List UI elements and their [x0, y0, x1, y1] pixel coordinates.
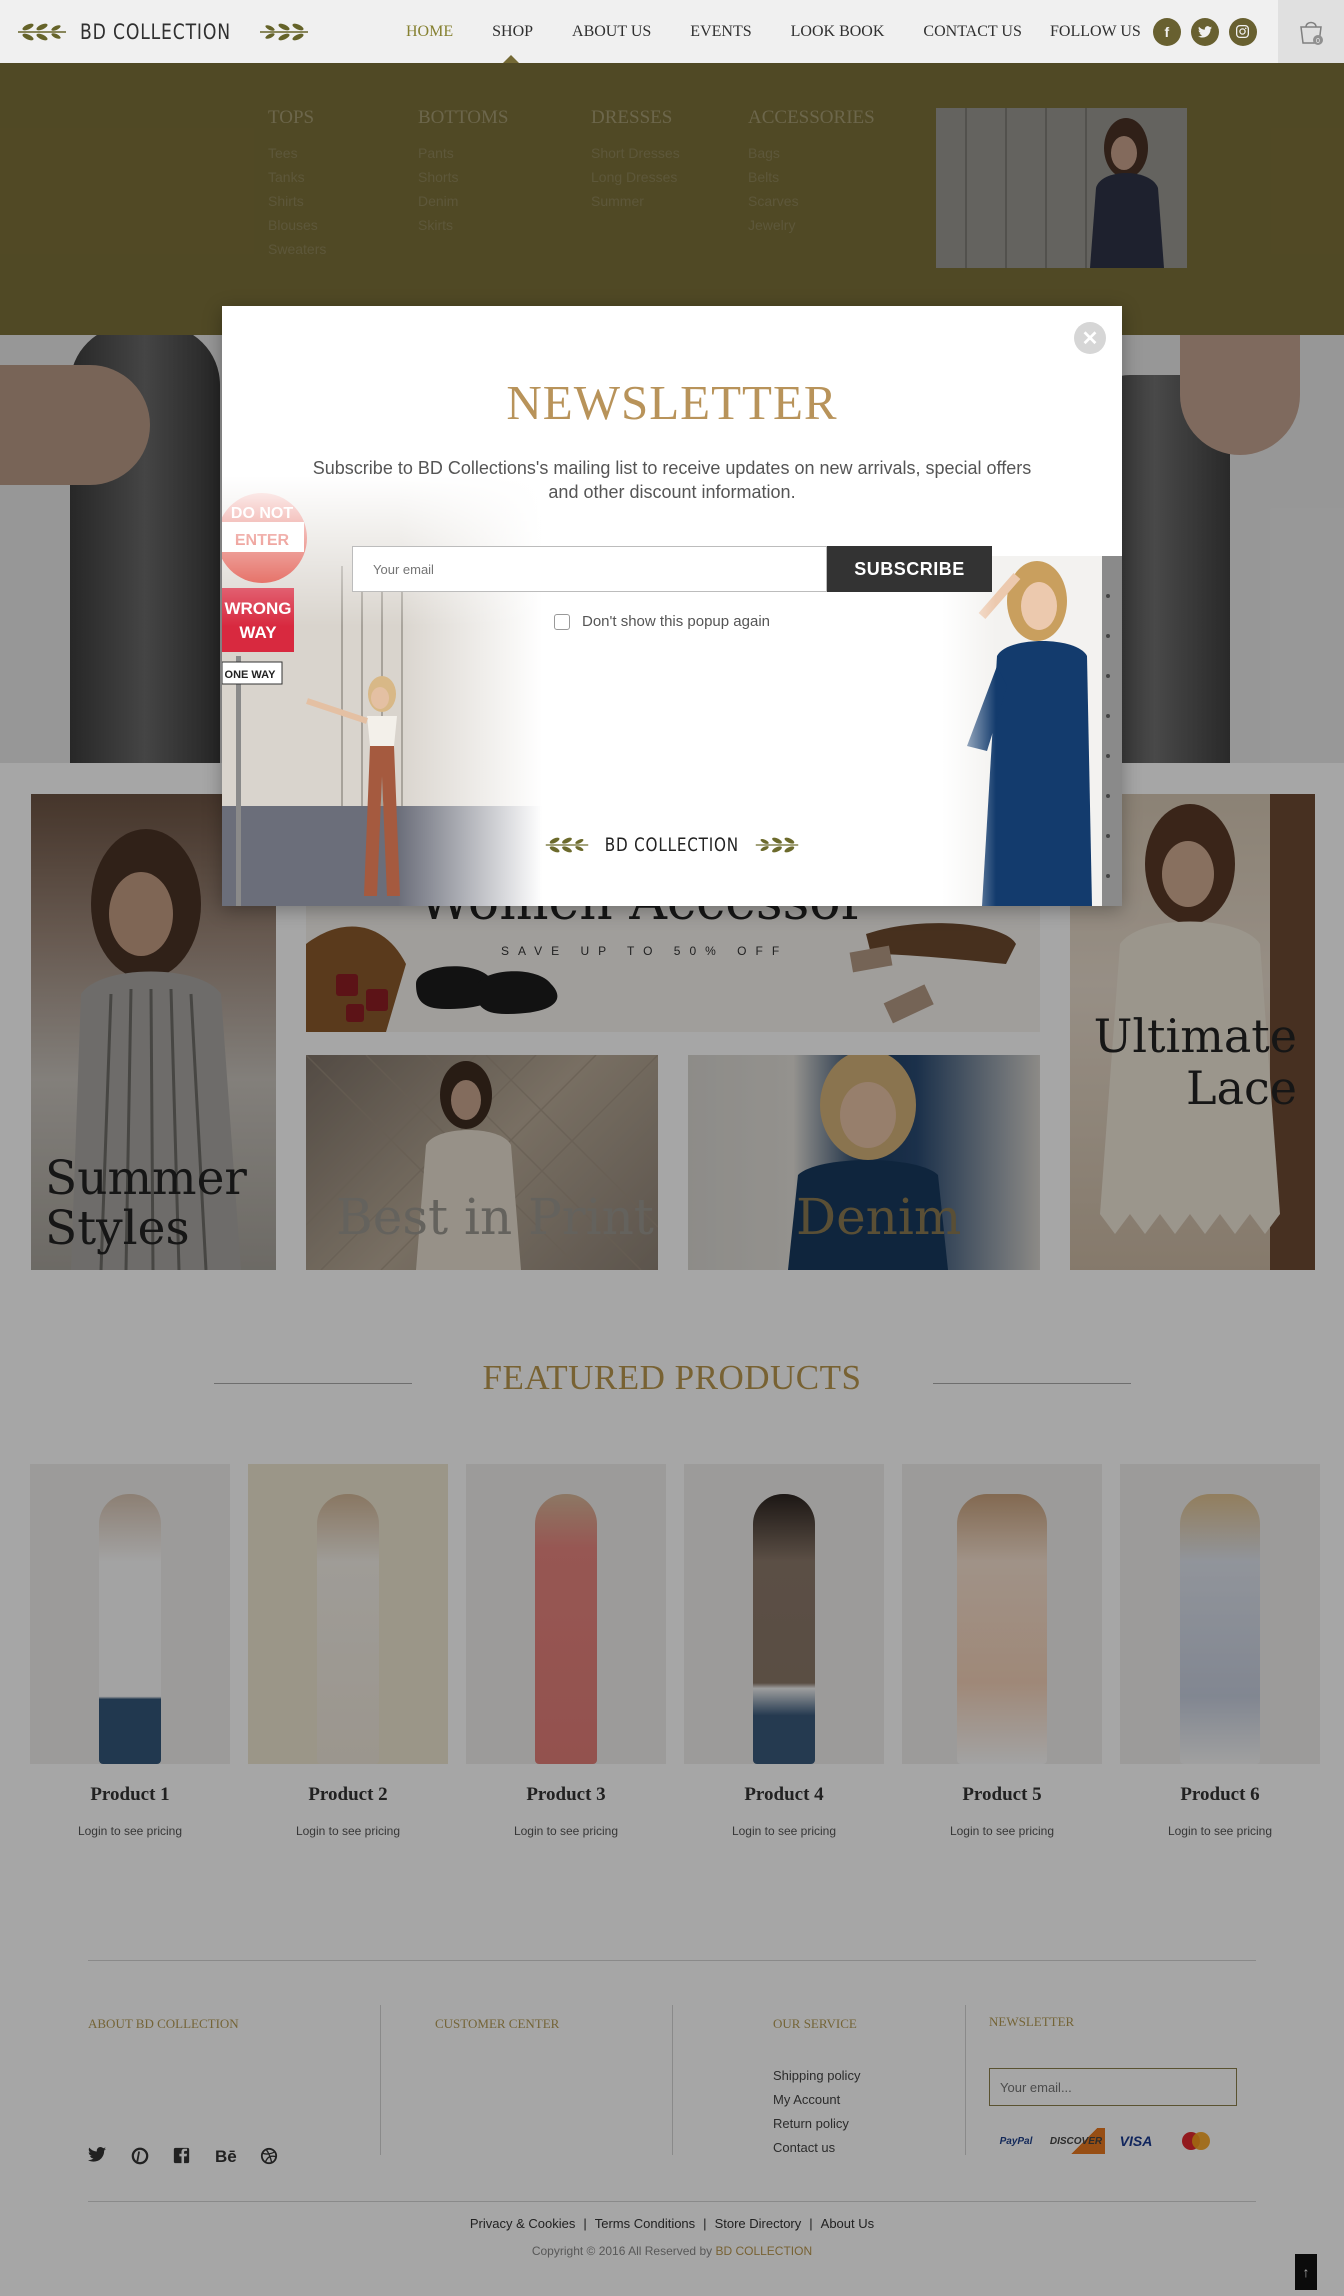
dont-show-checkbox[interactable] — [554, 613, 570, 630]
leaf-right-icon — [755, 837, 799, 853]
popup-email-input[interactable] — [352, 546, 827, 592]
popup-title: NEWSLETTER — [506, 375, 838, 430]
popup-description: Subscribe to BD Collections's mailing li… — [312, 458, 1032, 502]
popup-logo-text: BD COLLECTION — [604, 834, 740, 856]
modal-overlay-header — [0, 0, 1344, 63]
leaf-left-icon — [545, 837, 589, 853]
close-button[interactable]: ✕ — [1074, 322, 1106, 354]
subscribe-button[interactable]: SUBSCRIBE — [827, 546, 992, 592]
dont-show-again[interactable]: Don't show this popup again — [554, 613, 770, 630]
dont-show-label[interactable]: Don't show this popup again — [582, 613, 770, 630]
newsletter-popup: DO NOT ENTER WRONG WAY ONE WAY ✕ N — [222, 306, 1122, 906]
popup-logo: BD COLLECTION — [222, 834, 1122, 856]
close-icon: ✕ — [1081, 327, 1099, 350]
